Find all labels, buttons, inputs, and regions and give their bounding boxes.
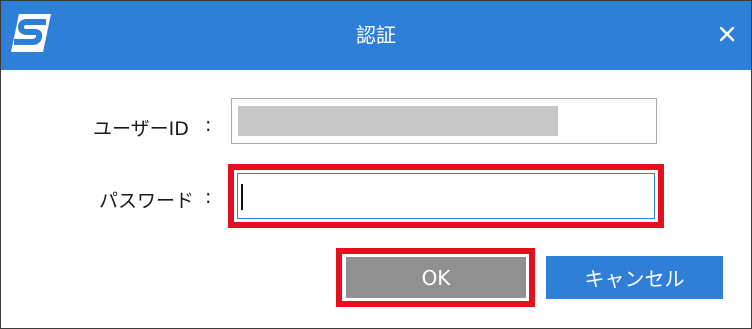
ok-button[interactable]: OK bbox=[346, 257, 526, 298]
password-field[interactable] bbox=[237, 173, 655, 219]
redacted-user-id bbox=[238, 106, 558, 136]
title-bar: 認証 bbox=[1, 1, 751, 70]
password-label: パスワード bbox=[99, 190, 195, 212]
window-title: 認証 bbox=[356, 23, 396, 47]
cancel-button[interactable]: キャンセル bbox=[546, 256, 723, 299]
close-icon bbox=[719, 26, 735, 46]
user-id-field[interactable] bbox=[231, 98, 657, 144]
auth-dialog: 認証 ユーザーID : パスワード : OK キャンセル bbox=[0, 0, 752, 329]
close-button[interactable] bbox=[709, 18, 745, 54]
password-separator: : bbox=[205, 186, 212, 208]
user-id-separator: : bbox=[205, 114, 212, 136]
user-id-label: ユーザーID bbox=[93, 118, 189, 140]
text-caret bbox=[241, 184, 243, 210]
